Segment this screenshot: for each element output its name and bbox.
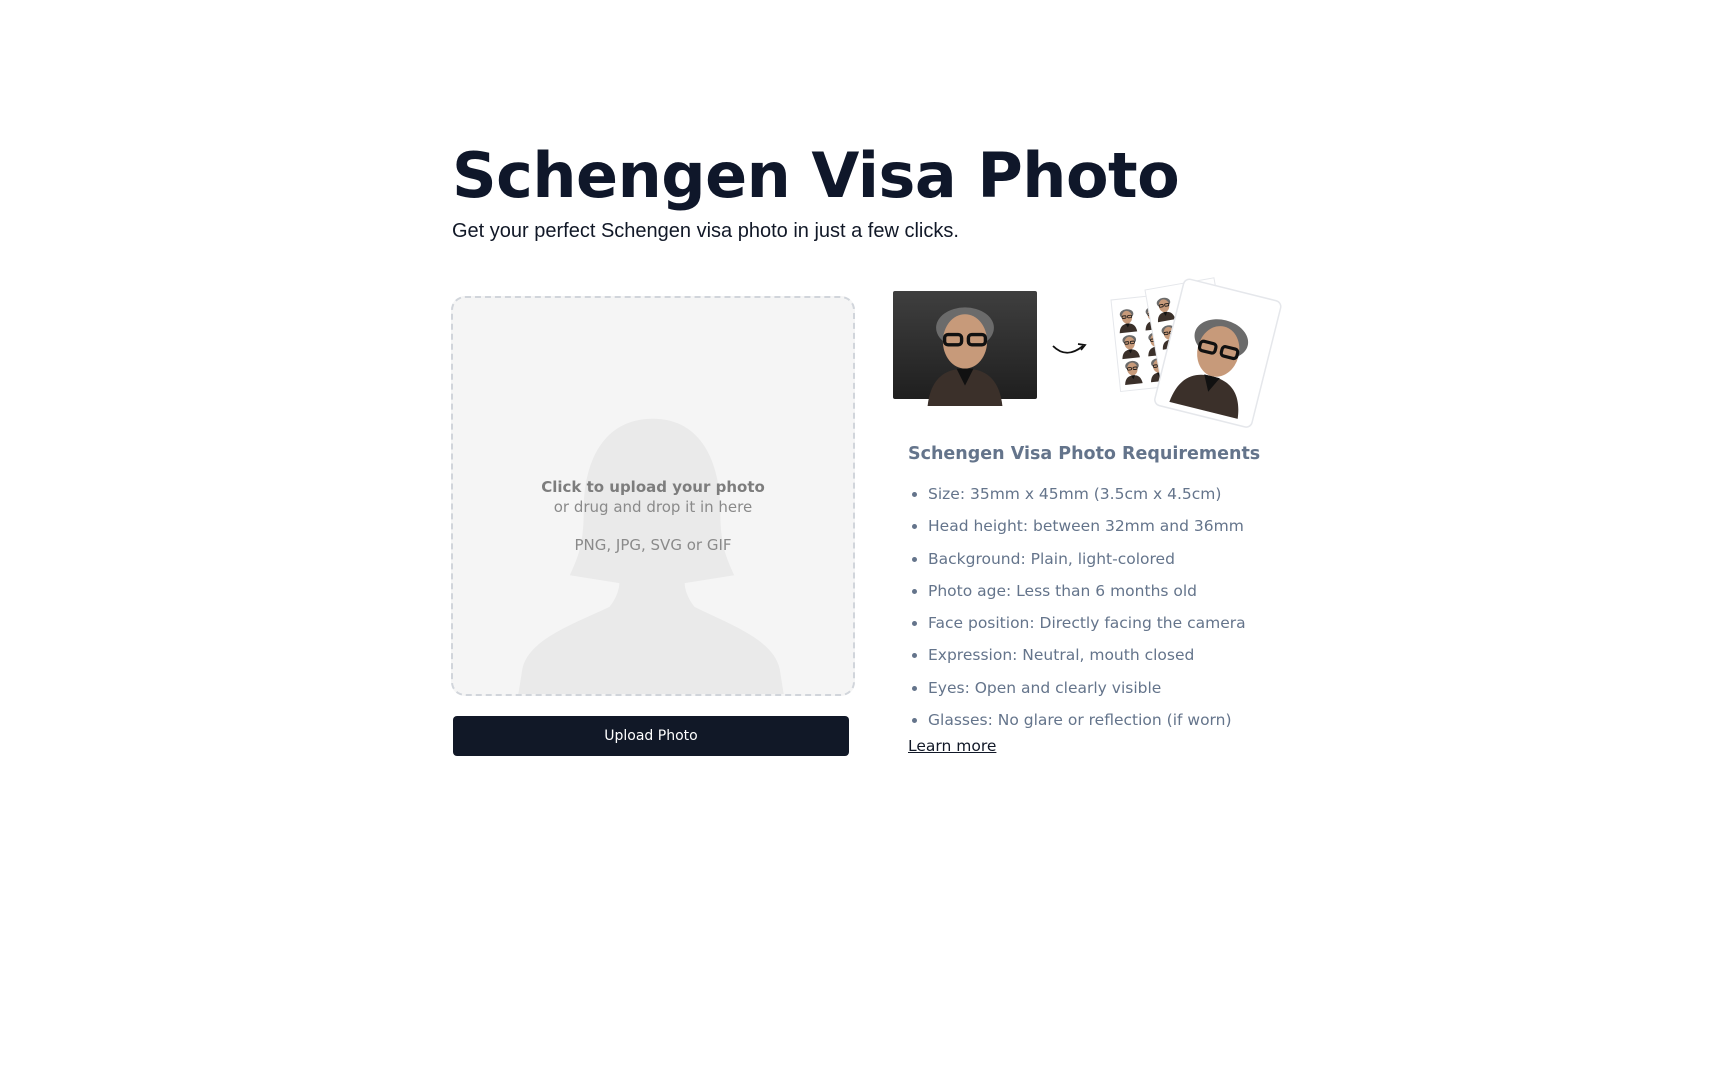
page-subtitle: Get your perfect Schengen visa photo in … — [452, 220, 959, 242]
dropzone-instructions: Click to upload your photo or drug and d… — [453, 478, 853, 554]
requirements-list: Size: 35mm x 45mm (3.5cm x 4.5cm) Head h… — [908, 478, 1328, 736]
requirement-item: Photo age: Less than 6 months old — [928, 575, 1328, 607]
photo-transformation-illustration — [893, 277, 1282, 428]
requirements-panel: Schengen Visa Photo Requirements Size: 3… — [908, 444, 1328, 755]
requirement-item: Expression: Neutral, mouth closed — [928, 639, 1328, 671]
learn-more-link[interactable]: Learn more — [908, 737, 996, 755]
dropzone-title: Click to upload your photo — [541, 478, 765, 496]
arrow-icon — [1052, 345, 1084, 354]
requirement-item: Background: Plain, light-colored — [928, 543, 1328, 575]
page-header: Schengen Visa Photo Get your perfect Sch… — [452, 140, 1312, 243]
requirement-item: Glasses: No glare or reflection (if worn… — [928, 704, 1328, 736]
original-portrait-photo — [893, 291, 1037, 408]
dropzone-formats: PNG, JPG, SVG or GIF — [574, 536, 732, 554]
photo-dropzone[interactable]: Click to upload your photo or drug and d… — [451, 296, 855, 696]
requirements-heading: Schengen Visa Photo Requirements — [908, 444, 1261, 464]
dropzone-subtitle: or drug and drop it in here — [553, 498, 753, 516]
requirement-item: Eyes: Open and clearly visible — [928, 672, 1328, 704]
requirement-item: Face position: Directly facing the camer… — [928, 607, 1328, 639]
requirement-item: Head height: between 32mm and 36mm — [928, 510, 1328, 542]
page-title: Schengen Visa Photo — [452, 139, 1180, 212]
requirement-item: Size: 35mm x 45mm (3.5cm x 4.5cm) — [928, 478, 1328, 510]
upload-photo-button[interactable]: Upload Photo — [453, 716, 849, 756]
